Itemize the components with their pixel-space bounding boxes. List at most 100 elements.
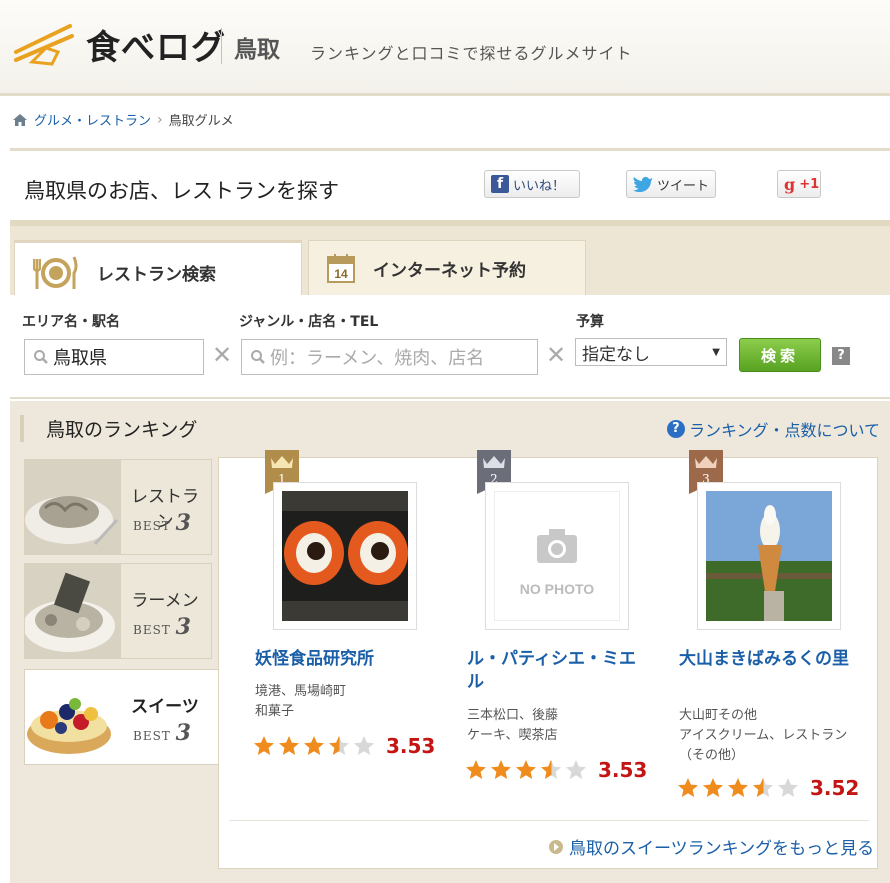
genre-field-label: ジャンル・店名・TEL: [239, 314, 379, 330]
restaurant-genre: ケーキ、喫茶店: [467, 728, 558, 743]
breadcrumb: グルメ・レストラン › 鳥取グルメ: [12, 110, 234, 129]
ranking-about-link[interactable]: ? ランキング・点数について: [666, 417, 880, 441]
calendar-number: 14: [334, 267, 348, 281]
star-icon: [304, 736, 324, 755]
category-best: BEST 3: [133, 720, 192, 746]
page-title: 鳥取県のお店、レストランを探す: [24, 179, 339, 203]
category-label: スイーツ: [131, 697, 199, 717]
star-icon: [329, 736, 349, 755]
category-label: ラーメン: [131, 591, 199, 611]
restaurant-genre: 和菓子: [255, 704, 295, 719]
facebook-like-label: いいね！: [513, 178, 566, 194]
restaurant-genre: アイスクリーム、レストラン（その他）: [679, 728, 848, 763]
no-photo-label: NO PHOTO: [520, 581, 595, 597]
rating-stars: 3.53: [465, 758, 647, 782]
tab-restaurant-label: レストラン検索: [97, 265, 216, 285]
tab-restaurant-search[interactable]: レストラン検索: [14, 240, 302, 302]
star-icon: [753, 778, 773, 797]
star-icon: [778, 778, 798, 797]
restaurant-area: 境港、馬場崎町: [255, 684, 347, 699]
star-icon: [703, 778, 723, 797]
rating-score: 3.52: [810, 776, 860, 800]
star-icon: [566, 760, 586, 779]
category-tab-ramen[interactable]: ラーメン BEST 3: [24, 563, 212, 659]
ramen-bowl-image: [25, 564, 121, 658]
fruit-tart-image: [25, 670, 121, 764]
budget-field-label: 予算: [576, 314, 604, 330]
restaurant-area: 三本松口、後藤: [467, 708, 559, 723]
restaurant-name-link[interactable]: ル・パティシエ・ミエル: [467, 648, 637, 694]
area-field-label: エリア名・駅名: [22, 314, 120, 330]
star-icon: [279, 736, 299, 755]
search-form: エリア名・駅名 鳥取県 ✕ ジャンル・店名・TEL 例：ラーメン、焼肉、店名 ✕…: [10, 295, 890, 399]
tab-reservation-label: インターネット予約: [373, 260, 526, 281]
category-tab-sweets[interactable]: スイーツ BEST 3: [24, 669, 220, 765]
restaurant-name-link[interactable]: 大山まきばみるくの里: [679, 648, 849, 671]
rating-score: 3.53: [386, 734, 436, 758]
tab-internet-reservation[interactable]: 14 インターネット予約: [308, 240, 586, 296]
pasta-dish-image: [25, 460, 121, 554]
restaurant-photo[interactable]: [273, 482, 417, 630]
logo-text[interactable]: 食べログ: [86, 20, 226, 69]
budget-select[interactable]: 指定なし ▼: [575, 338, 727, 366]
restaurant-meta: 大山町その他 アイスクリーム、レストラン（その他）: [679, 706, 869, 766]
clear-genre-icon[interactable]: ✕: [546, 341, 566, 369]
star-icon: [678, 778, 698, 797]
ranking-panel: 1 妖怪食品研究所 境港、馬場崎町 和菓子 3.53 2 NO PHOTO ル・…: [218, 450, 878, 869]
tweet-label: ツイート: [657, 178, 710, 194]
breadcrumb-gourmet-link[interactable]: グルメ・レストラン: [34, 110, 151, 129]
panel-divider: [229, 820, 869, 821]
star-icon: [491, 760, 511, 779]
tweet-button[interactable]: ツイート: [626, 170, 716, 198]
restaurant-photo[interactable]: NO PHOTO: [485, 482, 629, 630]
restaurant-name-link[interactable]: 妖怪食品研究所: [255, 648, 445, 671]
area-input[interactable]: 鳥取県: [24, 339, 204, 375]
twitter-bird-icon: [633, 176, 653, 192]
question-icon: ?: [666, 420, 685, 438]
search-tabs: レストラン検索 14 インターネット予約: [10, 220, 890, 302]
rating-score: 3.53: [598, 758, 648, 782]
ranking-section: 鳥取のランキング ? ランキング・点数について レストラン BEST 3 ラーメ…: [10, 401, 890, 883]
star-icon: [354, 736, 374, 755]
facebook-like-button[interactable]: f いいね！: [484, 170, 580, 198]
play-bullet-icon: [549, 839, 563, 854]
manju-sweets-image: [282, 491, 408, 621]
calendar-icon: 14: [327, 254, 355, 283]
star-icon: [541, 760, 561, 779]
google-plus-icon: g: [784, 174, 796, 194]
ranking-heading: 鳥取のランキング: [20, 415, 197, 442]
star-icon: [254, 736, 274, 755]
star-icon: [516, 760, 536, 779]
star-icon: [728, 778, 748, 797]
area-name: 鳥取: [234, 37, 280, 63]
genre-input[interactable]: 例：ラーメン、焼肉、店名: [241, 339, 538, 375]
category-best: BEST 3: [133, 614, 192, 640]
google-plus-button[interactable]: g +1: [777, 170, 821, 198]
logo-divider: [221, 28, 222, 64]
ranking-about-label: ランキング・点数について: [688, 421, 880, 440]
home-icon: [13, 113, 27, 126]
rating-stars: 3.53: [253, 734, 435, 758]
search-icon: [251, 350, 265, 364]
budget-select-value: 指定なし: [582, 344, 650, 365]
soft-serve-ice-cream-image: [706, 491, 832, 621]
help-icon[interactable]: ?: [832, 347, 850, 365]
restaurant-area: 大山町その他: [679, 708, 758, 723]
title-bar: 鳥取県のお店、レストランを探す f いいね！ ツイート g +1: [10, 148, 890, 220]
area-input-value: 鳥取県: [53, 348, 107, 369]
category-tab-restaurant[interactable]: レストラン BEST 3: [24, 459, 212, 555]
rating-stars: 3.52: [677, 776, 859, 800]
more-sweets-ranking-link[interactable]: 鳥取のスイーツランキングをもっと見る: [549, 834, 874, 859]
genre-input-placeholder: 例：ラーメン、焼肉、店名: [270, 348, 485, 369]
clear-area-icon[interactable]: ✕: [212, 341, 232, 369]
category-best: BEST 3: [133, 510, 192, 536]
tagline: ランキングと口コミで探せるグルメサイト: [310, 44, 633, 63]
restaurant-photo[interactable]: [697, 482, 841, 630]
search-icon: [34, 350, 48, 364]
site-header: 食べログ 鳥取 ランキングと口コミで探せるグルメサイト: [0, 0, 890, 96]
google-plus-label: +1: [799, 176, 820, 192]
chevron-right-icon: ›: [157, 111, 163, 128]
search-button[interactable]: 検索: [739, 338, 821, 372]
restaurant-meta: 三本松口、後藤 ケーキ、喫茶店: [467, 706, 558, 746]
star-icon: [466, 760, 486, 779]
